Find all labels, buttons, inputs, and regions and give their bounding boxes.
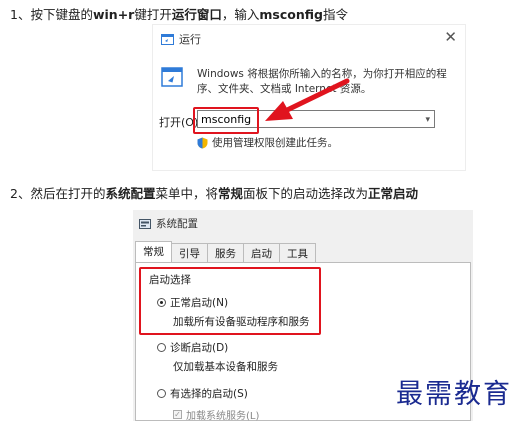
- run-dialog-title: 运行: [179, 33, 201, 46]
- step-2-instruction: 2、然后在打开的系统配置菜单中，将常规面板下的启动选择改为正常启动: [10, 186, 419, 201]
- load-system-services-label: 加载系统服务(L): [186, 411, 260, 422]
- diagnostic-startup-label: 诊断启动(D): [170, 342, 229, 354]
- run-app-icon: [161, 33, 174, 45]
- msconfig-title: 系统配置: [156, 218, 198, 230]
- tab-general[interactable]: 常规: [135, 241, 172, 263]
- checkbox-checked-icon: ✓: [173, 410, 182, 419]
- run-program-icon: [161, 67, 183, 87]
- option-highlight-box: [139, 267, 321, 335]
- load-system-services-checkbox[interactable]: ✓ 加载系统服务(L): [173, 407, 259, 422]
- close-icon[interactable]: ✕: [444, 28, 457, 46]
- msconfig-titlebar: 系统配置: [139, 216, 198, 231]
- run-dialog: 运行 ✕ Windows 将根据你所输入的名称，为你打开相应的程序、文件夹、文档…: [153, 25, 465, 170]
- selective-startup-label: 有选择的启动(S): [170, 388, 248, 400]
- run-dialog-titlebar: 运行: [161, 31, 201, 47]
- admin-note: 使用管理权限创建此任务。: [197, 135, 338, 150]
- admin-note-label: 使用管理权限创建此任务。: [212, 137, 338, 149]
- chevron-down-icon[interactable]: ▾: [425, 111, 430, 129]
- input-highlight-box: [193, 107, 259, 134]
- red-arrow-icon: [265, 78, 350, 121]
- diagnostic-startup-desc: 仅加载基本设备和服务: [173, 361, 278, 373]
- diagnostic-startup-radio[interactable]: 诊断启动(D): [157, 340, 228, 355]
- radio-icon: [157, 389, 166, 398]
- shield-icon: [197, 137, 208, 148]
- radio-icon: [157, 343, 166, 352]
- selective-startup-radio[interactable]: 有选择的启动(S): [157, 386, 248, 401]
- watermark-text: 最需教育: [396, 379, 512, 410]
- step-1-instruction: 1、按下键盘的win+r键打开运行窗口，输入msconfig指令: [10, 7, 348, 22]
- msconfig-app-icon: [139, 218, 151, 229]
